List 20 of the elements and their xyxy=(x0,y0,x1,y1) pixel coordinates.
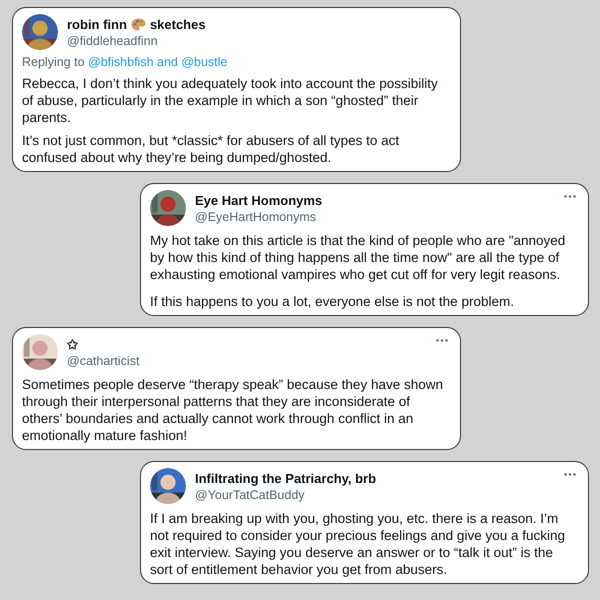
user-handle: @catharticist xyxy=(67,352,140,368)
more-options-icon[interactable] xyxy=(564,195,576,198)
user-handle: @EyeHartHomonyms xyxy=(195,208,318,224)
tweet-text: It’s not just common, but *classic* for abusers of all types to act confused about why they’re being dumped/ghosted. xyxy=(22,132,400,166)
tweet-text: Rebecca, I don’t think you adequately took into account the possibility of abuse, particularly in the example in which a son “ghosted” their parents. xyxy=(22,75,439,126)
tweet-text: If this happens to you a lot, everyone else is not the problem. xyxy=(150,293,515,310)
user-handle: @YourTatCatBuddy xyxy=(195,486,306,502)
display-name-suffix: sketches xyxy=(150,16,206,32)
reply-label: Replying to xyxy=(22,55,85,69)
tweet-text: My hot take on this article is that the kind of people who are "annoyed by how this kind of thing happens all the time now" are all the type of exhausting emotional vampires who get cut off for very legit reasons. xyxy=(150,232,566,283)
user-handle: @fiddleheadfinn xyxy=(67,32,159,48)
more-options-icon[interactable] xyxy=(564,473,576,476)
display-name: robin finn xyxy=(67,16,127,32)
reply-mention-link[interactable]: @bfishbfish and @bustle xyxy=(88,55,228,69)
tweet-text: Sometimes people deserve “therapy speak” because they have shown through their interpersonal patterns that they are inconsiderate of others’ boundaries and actually cannot work through conflict in an emotionally mature fashion! xyxy=(22,376,444,444)
display-name: ✩ xyxy=(67,336,78,352)
tweet-text: If I am breaking up with you, ghosting you, etc. there is a reason. I’m not required to consider your precious feelings and give you a fucking exit interview. Saying you deserve an answer or to “talk it out” is the sort of entitlement behavior you get from abusers. xyxy=(150,510,566,578)
display-name: Eye Hart Homonyms xyxy=(195,192,322,208)
more-options-icon[interactable] xyxy=(436,339,448,342)
display-name: Infiltrating the Patriarchy, brb xyxy=(195,470,376,486)
